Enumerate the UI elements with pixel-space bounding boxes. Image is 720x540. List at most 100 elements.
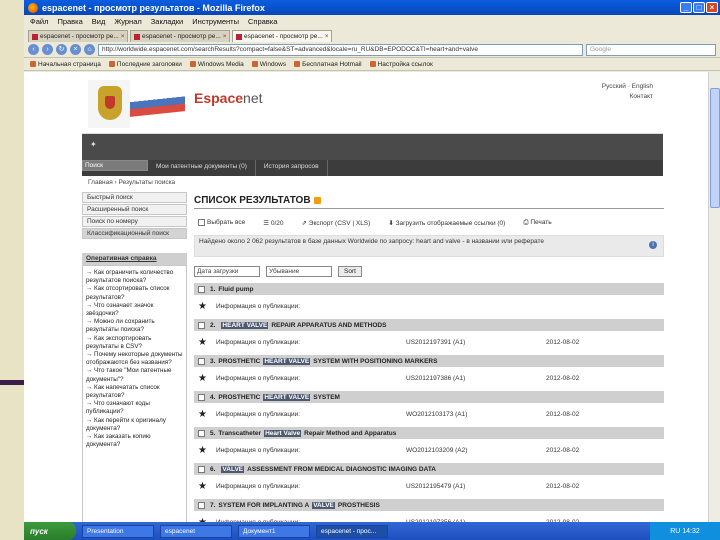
help-link[interactable]: → Что означает значок звёздочки?: [86, 302, 183, 318]
contact-link[interactable]: Контакт: [602, 92, 653, 102]
result-title[interactable]: 5. Transcatheter Heart Valve Repair Metho…: [194, 427, 664, 439]
star-icon[interactable]: ★: [198, 301, 216, 312]
publication-number[interactable]: US2012197391 (A1): [406, 339, 546, 346]
export-link[interactable]: ⇗ Экспорт (CSV | XLS): [302, 219, 371, 227]
star-icon[interactable]: ★: [198, 445, 216, 456]
search-input[interactable]: Google: [586, 43, 716, 56]
rss-icon[interactable]: [313, 196, 321, 204]
bookmark[interactable]: Последние заголовки: [108, 61, 182, 68]
scrollbar-thumb[interactable]: [710, 88, 720, 208]
selected-count: ☰ 0/20: [263, 220, 284, 227]
sort-field-select[interactable]: Дата загрузки: [194, 265, 260, 277]
menu-edit[interactable]: Правка: [57, 17, 82, 26]
help-heading[interactable]: Оперативная справка: [82, 253, 187, 265]
checkbox[interactable]: [198, 285, 205, 293]
espacenet-logo[interactable]: Espacenet: [194, 90, 263, 106]
forward-icon[interactable]: ›: [42, 44, 53, 55]
publication-number[interactable]: WO2012103209 (A2): [406, 447, 546, 454]
menu-view[interactable]: Вид: [92, 17, 106, 26]
result-title[interactable]: 1. Fluid pump: [194, 283, 664, 295]
help-link[interactable]: → Почему некоторые документы отображаютс…: [86, 351, 183, 367]
minimize-button[interactable]: _: [680, 2, 692, 13]
reload-icon[interactable]: ↻: [56, 44, 67, 55]
print-link[interactable]: ⎙ Печать: [523, 219, 551, 227]
browser-tab[interactable]: espacenet - просмотр ре... ×: [28, 30, 128, 42]
star-icon[interactable]: ★: [198, 481, 216, 492]
start-button[interactable]: пуск: [24, 522, 76, 540]
sidebar-item-number-search[interactable]: Поиск по номеру: [82, 216, 187, 227]
menu-tools[interactable]: Инструменты: [192, 17, 239, 26]
checkbox[interactable]: [198, 465, 205, 473]
result-title[interactable]: 2. HEART VALVE REPAIR APPARATUS AND METHO…: [194, 319, 664, 331]
close-button[interactable]: ×: [706, 2, 718, 13]
taskbar-item[interactable]: espacenet: [160, 524, 232, 538]
select-all[interactable]: Выбрать все: [198, 219, 245, 227]
language-switch[interactable]: Русский · English: [602, 82, 653, 92]
close-tab-icon[interactable]: ×: [121, 33, 125, 40]
checkbox[interactable]: [198, 429, 205, 437]
help-link[interactable]: → Как напечатать список результатов?: [86, 384, 183, 400]
checkbox[interactable]: [198, 501, 205, 509]
sort-order-select[interactable]: Убывание: [266, 265, 332, 277]
result-title[interactable]: 6. VALVE ASSESSMENT FROM MEDICAL DIAGNOST…: [194, 463, 664, 475]
publication-number[interactable]: WO2012103173 (A1): [406, 411, 546, 418]
checkbox[interactable]: [198, 219, 205, 227]
star-icon[interactable]: ★: [198, 409, 216, 420]
taskbar-item[interactable]: Документ1: [238, 524, 310, 538]
bookmark-icon: [108, 61, 115, 67]
bookmark-icon: [251, 61, 258, 67]
home-icon[interactable]: ✦: [90, 140, 97, 149]
help-link[interactable]: → Как экспортировать результаты в CSV?: [86, 335, 183, 351]
help-link[interactable]: → Что означают коды публикации?: [86, 400, 183, 416]
breadcrumb[interactable]: Главная › Результаты поиска: [82, 176, 663, 190]
vertical-scrollbar[interactable]: [708, 72, 720, 522]
taskbar-item-active[interactable]: espacenet - прос...: [316, 524, 388, 538]
result-title[interactable]: 7. SYSTEM FOR IMPLANTING A VALVE PROSTHES…: [194, 499, 664, 511]
help-link[interactable]: → Можно ли сохранить результаты поиска?: [86, 318, 183, 334]
browser-tab-active[interactable]: espacenet - просмотр ре... ×: [232, 30, 332, 42]
home-icon[interactable]: ⌂: [84, 44, 95, 55]
result-title[interactable]: 3. PROSTHETIC HEART VALVE SYSTEM WITH POS…: [194, 355, 664, 367]
menu-help[interactable]: Справка: [248, 17, 277, 26]
star-icon[interactable]: ★: [198, 373, 216, 384]
bookmark[interactable]: Windows Media: [189, 61, 244, 68]
checkbox[interactable]: [198, 357, 205, 365]
download-link[interactable]: ⬇ Загрузить отображаемые ссылки (0): [388, 219, 505, 227]
bookmark[interactable]: Windows: [251, 61, 286, 68]
help-link[interactable]: → Как отсортировать список результатов?: [86, 285, 183, 301]
help-link[interactable]: → Как перейти к оригиналу документа?: [86, 417, 183, 433]
sidebar-item-advanced-search[interactable]: Расширенный поиск: [82, 204, 187, 215]
highlight: Heart Valve: [264, 429, 302, 437]
sort-button[interactable]: Sort: [338, 265, 362, 277]
maximize-button[interactable]: □: [693, 2, 705, 13]
sidebar-item-quick-search[interactable]: Быстрый поиск: [82, 192, 187, 203]
menu-bookmarks[interactable]: Закладки: [151, 17, 183, 26]
tab-query-history[interactable]: История запросов: [256, 160, 328, 176]
sidebar-item-classification[interactable]: Классификационный поиск: [82, 228, 187, 239]
browser-tab[interactable]: espacenet - просмотр ре... ×: [130, 30, 230, 42]
checkbox[interactable]: [198, 393, 205, 401]
star-icon[interactable]: ★: [198, 337, 216, 348]
result-item: 5. Transcatheter Heart Valve Repair Metho…: [194, 427, 664, 461]
close-tab-icon[interactable]: ×: [325, 33, 329, 40]
menu-file[interactable]: Файл: [30, 17, 48, 26]
result-title[interactable]: 4. PROSTHETIC HEART VALVE SYSTEM: [194, 391, 664, 403]
publication-number[interactable]: US2012195479 (A1): [406, 483, 546, 490]
help-link[interactable]: → Как ограничить количество результатов …: [86, 269, 183, 285]
bookmark[interactable]: Начальная страница: [30, 61, 101, 68]
menu-history[interactable]: Журнал: [114, 17, 141, 26]
taskbar-item[interactable]: Presentation: [82, 524, 154, 538]
help-link[interactable]: → Что такое "Мои патентные документы"?: [86, 367, 183, 383]
bookmark[interactable]: Настройка ссылок: [369, 61, 433, 68]
tab-my-documents[interactable]: Мои патентные документы (0): [148, 160, 256, 176]
bookmark[interactable]: Бесплатная Hotmail: [294, 61, 362, 68]
publication-number[interactable]: US2012197386 (A1): [406, 375, 546, 382]
info-icon[interactable]: i: [649, 241, 657, 249]
close-tab-icon[interactable]: ×: [223, 33, 227, 40]
stop-icon[interactable]: ×: [70, 44, 81, 55]
tab-search[interactable]: Поиск: [82, 160, 148, 171]
back-icon[interactable]: ‹: [28, 44, 39, 55]
help-link[interactable]: → Как заказать копию документа?: [86, 433, 183, 449]
checkbox[interactable]: [198, 321, 205, 329]
address-bar[interactable]: http://worldwide.espacenet.com/searchRes…: [98, 43, 583, 56]
